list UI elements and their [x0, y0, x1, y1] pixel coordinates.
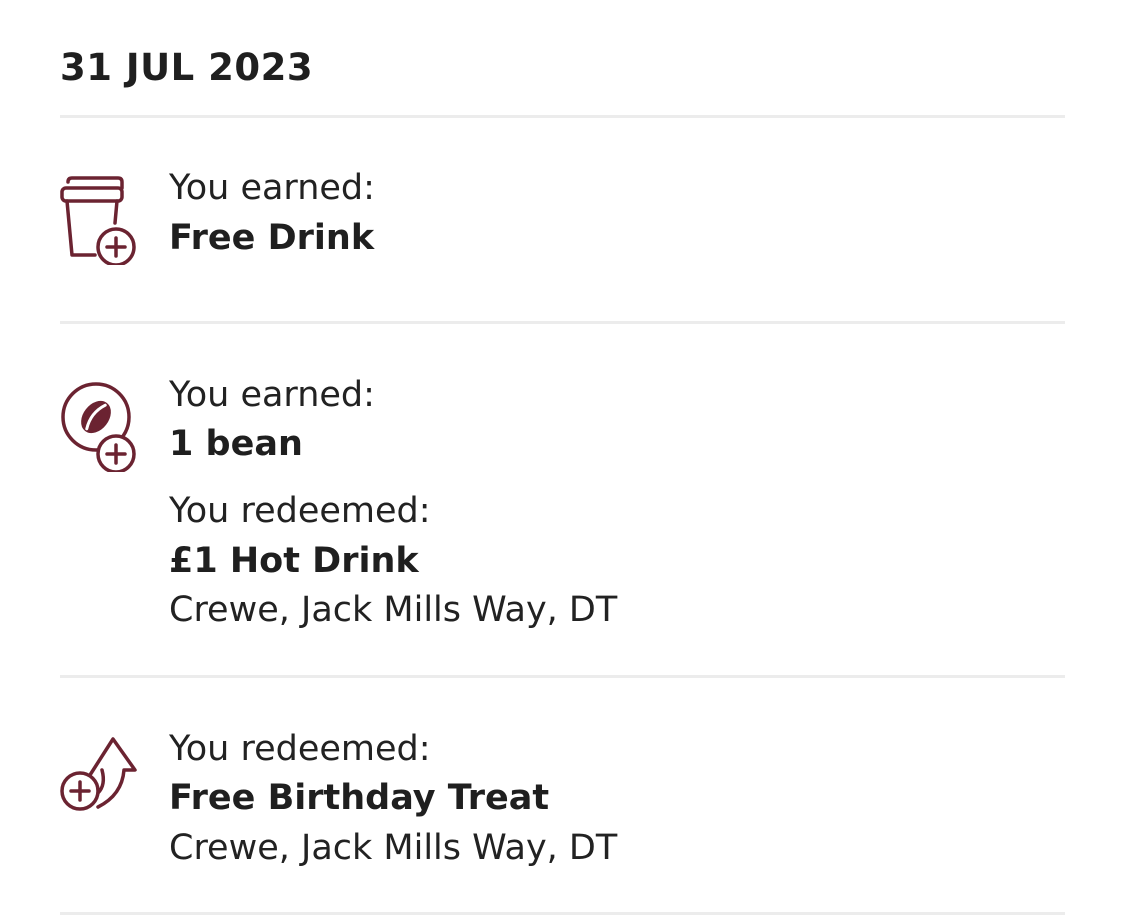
earned-label: You earned:: [169, 375, 375, 415]
bean-plus-icon: [58, 382, 140, 472]
redeemed-label: You redeemed:: [169, 491, 431, 531]
earned-label: You earned:: [169, 168, 375, 208]
divider: [60, 912, 1065, 915]
store-location: Crewe, Jack Mills Way, DT: [169, 590, 618, 630]
divider: [60, 321, 1065, 324]
redeemed-value: Free Birthday Treat: [169, 778, 550, 818]
redeemed-value: £1 Hot Drink: [169, 541, 419, 581]
redeemed-label: You redeemed:: [169, 729, 431, 769]
date-header: 31 JUL 2023: [60, 46, 314, 89]
earned-value: 1 bean: [169, 424, 303, 464]
divider: [60, 675, 1065, 678]
cup-plus-icon: [58, 175, 140, 265]
divider: [60, 115, 1065, 118]
redeem-arrow-icon: [58, 735, 140, 825]
earned-value: Free Drink: [169, 218, 375, 258]
store-location: Crewe, Jack Mills Way, DT: [169, 828, 618, 868]
